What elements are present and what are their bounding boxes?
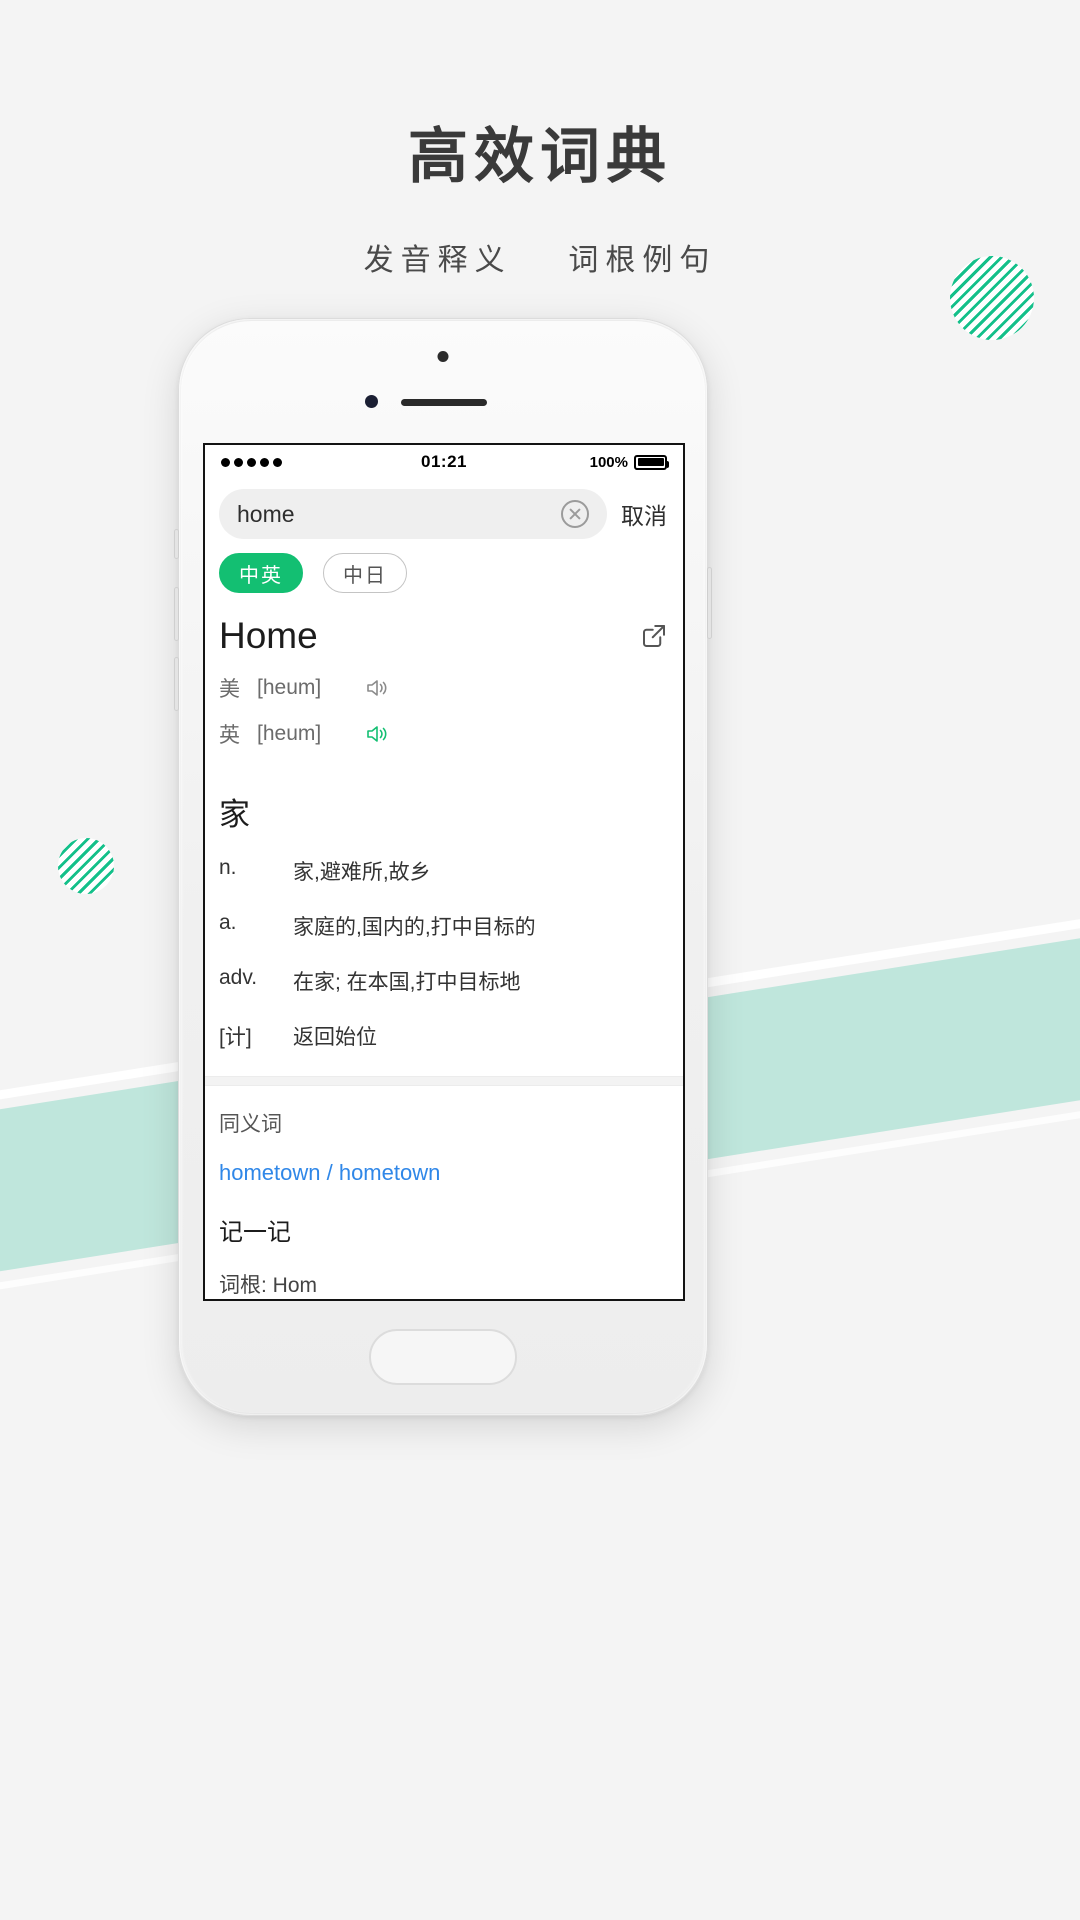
page-header: 高效词典 发音释义 词根例句 [0,0,1080,279]
definition-text: 返回始位 [293,1026,377,1049]
subtitle-left: 发音释义 [363,244,512,277]
volume-down-button[interactable] [174,657,179,711]
synonym-link[interactable]: hometown / hometown [219,1160,669,1186]
hatched-circle-icon [58,838,114,894]
synonym-label: 同义词 [219,1113,282,1136]
status-bar: 01:21 100% [205,445,683,479]
status-bar-right: 100% [589,453,669,471]
page-root: 高效词典 发音释义 词根例句 01:21 100% home 取消 中英 中日 … [0,0,1080,1920]
pron-phonetic: [heum] [257,722,322,745]
section-divider [205,1076,683,1086]
definition-row: [计] 返回始位 [219,1021,669,1051]
headword: Home [219,615,318,656]
definition-row: adv. 在家; 在本国,打中目标地 [219,966,669,996]
earpiece-speaker [401,399,487,406]
definition-row: n. 家,避难所,故乡 [219,856,669,886]
pron-region-label: 美 [219,678,240,701]
mnemonic-title: 记一记 [219,1219,291,1246]
cancel-button[interactable]: 取消 [619,497,669,531]
tab-chinese-japanese[interactable]: 中日 [323,553,407,593]
definition-list: n. 家,避难所,故乡 a. 家庭的,国内的,打中目标的 adv. 在家; 在本… [219,856,669,1051]
battery-percent-label: 100% [589,453,628,471]
translation-headword: 家 [219,797,250,832]
home-button[interactable] [369,1329,517,1385]
subtitle-right: 词根例句 [568,244,717,277]
pronunciation-row-us: 美 [heum] [219,673,669,703]
pron-region-label: 英 [219,724,240,747]
definition-text: 家庭的,国内的,打中目标的 [293,916,536,939]
definition-row: a. 家庭的,国内的,打中目标的 [219,911,669,941]
part-of-speech: a. [219,911,237,934]
pron-phonetic: [heum] [257,676,322,699]
word-header-row: Home [219,615,669,657]
share-external-icon[interactable] [639,621,669,651]
silent-switch[interactable] [174,529,179,559]
phone-mockup: 01:21 100% 取消 中英 中日 [174,318,712,1416]
volume-up-button[interactable] [174,587,179,641]
language-tab-bar: 中英 中日 [205,553,683,593]
search-bar: 取消 [205,479,683,553]
part-of-speech: [计] [219,1026,252,1049]
part-of-speech: n. [219,856,237,879]
word-root-row: 词根: Hom [219,1274,318,1297]
speaker-icon[interactable] [365,677,389,699]
power-button[interactable] [707,567,712,639]
definition-text: 在家; 在本国,打中目标地 [293,971,521,994]
speaker-icon[interactable] [365,723,389,745]
rear-camera-dot [437,351,449,362]
extra-section: 同义词 hometown / hometown 记一记 词根: Hom 谐音: … [205,1086,683,1299]
search-field[interactable] [219,489,607,539]
page-title: 高效词典 [408,123,672,190]
signal-strength-icon [221,457,282,467]
search-input[interactable] [237,500,561,528]
clear-circle-icon[interactable] [561,500,589,528]
pronunciation-row-uk: 英 [heum] [219,719,669,749]
phone-screen: 01:21 100% 取消 中英 中日 [203,443,685,1301]
proximity-sensor [365,395,378,408]
definition-text: 家,避难所,故乡 [293,861,431,884]
battery-icon [634,454,669,470]
word-detail: Home 美 [heum] 英 [heum] 家 n. 家,避难所,故乡 a. … [205,593,683,1051]
page-subtitle: 发音释义 词根例句 [0,235,1080,279]
part-of-speech: adv. [219,966,258,989]
tab-chinese-english[interactable]: 中英 [219,553,303,593]
